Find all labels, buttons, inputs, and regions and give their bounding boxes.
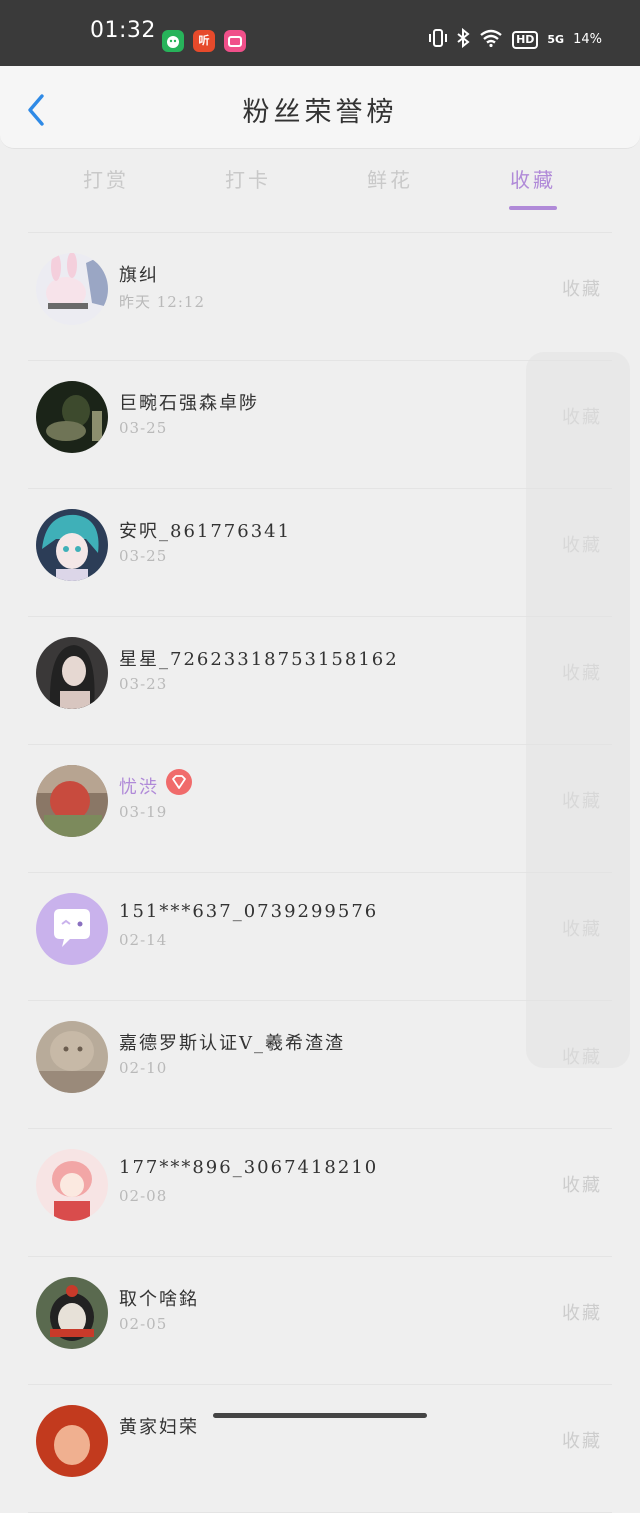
list-item[interactable]: 151***637_0739299576 02-14 收藏 xyxy=(28,873,612,1001)
avatar xyxy=(36,637,108,709)
user-name: 巨畹石强森卓陟 xyxy=(119,393,259,414)
tab-tip[interactable]: 打赏 xyxy=(56,164,156,193)
user-name: 星星_72623318753158162 xyxy=(119,649,399,670)
vip-diamond-icon xyxy=(166,769,192,795)
listen-app-icon: 听 xyxy=(193,30,215,52)
user-date: 02-05 xyxy=(119,1315,168,1333)
user-name: 旗纠 xyxy=(119,265,159,286)
status-icons: HD 5G 14% xyxy=(429,27,602,51)
user-date: 03-19 xyxy=(119,803,168,821)
user-name: 取个啥銘 xyxy=(119,1289,199,1310)
tab-favorite[interactable]: 收藏 xyxy=(483,164,583,193)
list-item[interactable]: 安呎_861776341 03-25 收藏 xyxy=(28,489,612,617)
list-item[interactable]: 忧渋 03-19 收藏 xyxy=(28,745,612,873)
status-time: 01:32 xyxy=(90,18,156,43)
avatar xyxy=(36,765,108,837)
list-item[interactable]: 巨畹石强森卓陟 03-25 收藏 xyxy=(28,361,612,489)
user-date: 03-25 xyxy=(119,419,168,437)
status-bar: 01:32 听 HD 5G 14% xyxy=(0,0,640,66)
user-date: 02-14 xyxy=(119,931,168,949)
list-item[interactable]: 黄家妇荣 收藏 xyxy=(28,1385,612,1513)
pink-app-icon xyxy=(224,30,246,52)
bluetooth-icon xyxy=(456,27,470,51)
user-date: 03-23 xyxy=(119,675,168,693)
avatar xyxy=(36,893,108,965)
user-date: 昨天 12:12 xyxy=(119,293,205,311)
action-label: 收藏 xyxy=(562,1175,602,1196)
active-tab-indicator xyxy=(509,206,557,210)
user-date: 02-08 xyxy=(119,1187,168,1205)
page-title: 粉丝荣誉榜 xyxy=(242,97,398,128)
user-date: 02-10 xyxy=(119,1059,168,1077)
user-name: 177***896_3067418210 xyxy=(119,1157,379,1178)
list-item[interactable]: 取个啥銘 02-05 收藏 xyxy=(28,1257,612,1385)
action-label: 收藏 xyxy=(562,279,602,300)
avatar xyxy=(36,1405,108,1477)
network-label: 5G xyxy=(547,33,565,46)
green-app-icon xyxy=(162,30,184,52)
floating-side-panel[interactable] xyxy=(526,352,630,1068)
list-item[interactable]: 星星_72623318753158162 03-23 收藏 xyxy=(28,617,612,745)
user-name: 黄家妇荣 xyxy=(119,1417,199,1438)
action-label: 收藏 xyxy=(562,1431,602,1452)
user-date: 03-25 xyxy=(119,547,168,565)
action-label: 收藏 xyxy=(562,1303,602,1324)
page-header: 粉丝荣誉榜 xyxy=(0,66,640,149)
avatar xyxy=(36,253,108,325)
user-name: 151***637_0739299576 xyxy=(119,901,379,922)
wifi-icon xyxy=(479,29,503,50)
user-name: 安呎_861776341 xyxy=(119,521,292,542)
list-item[interactable]: 177***896_3067418210 02-08 收藏 xyxy=(28,1129,612,1257)
battery-level: 14% xyxy=(573,32,602,47)
list-item[interactable]: 嘉德罗斯认证V_羲希渣渣 02-10 收藏 xyxy=(28,1001,612,1129)
vibrate-icon xyxy=(429,28,448,51)
avatar xyxy=(36,1021,108,1093)
list-item[interactable]: 旗纠 昨天 12:12 收藏 xyxy=(28,233,612,361)
tab-flower[interactable]: 鲜花 xyxy=(340,164,440,193)
hd-badge: HD xyxy=(512,30,539,49)
avatar xyxy=(36,381,108,453)
home-indicator[interactable] xyxy=(213,1413,427,1418)
user-name: 忧渋 xyxy=(119,777,159,798)
avatar xyxy=(36,1149,108,1221)
user-name: 嘉德罗斯认证V_羲希渣渣 xyxy=(119,1033,345,1054)
tab-checkin[interactable]: 打卡 xyxy=(198,164,298,193)
avatar xyxy=(36,1277,108,1349)
avatar xyxy=(36,509,108,581)
